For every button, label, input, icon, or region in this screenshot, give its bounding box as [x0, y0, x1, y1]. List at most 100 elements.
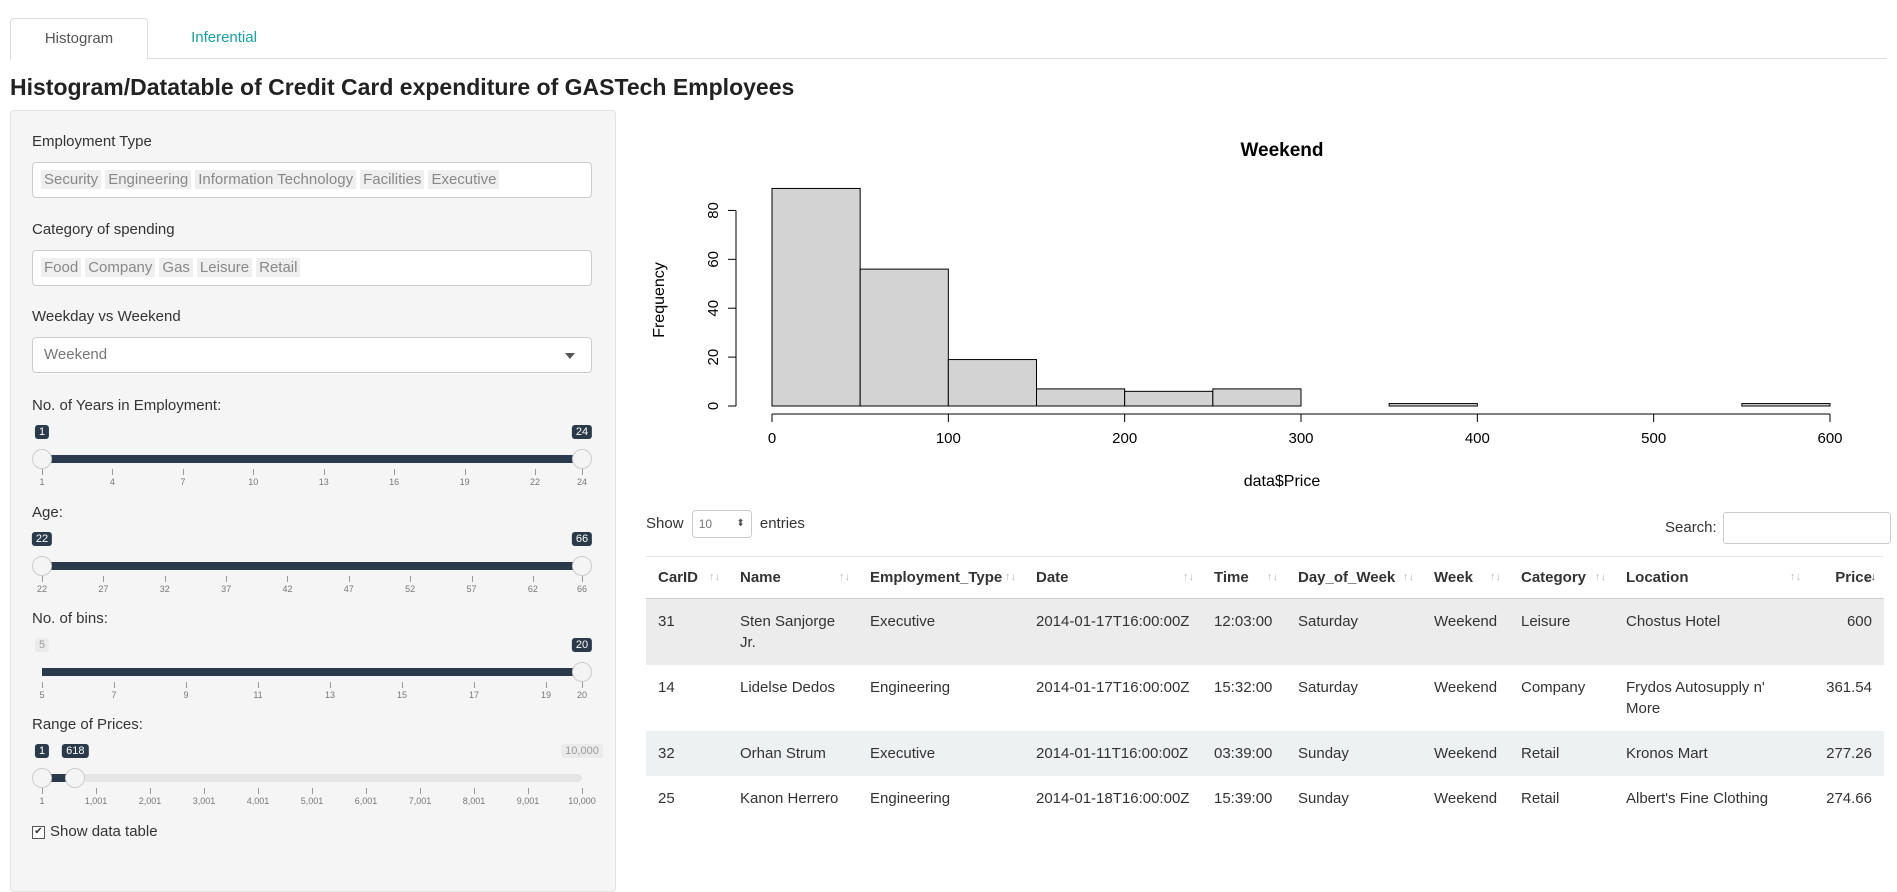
chip[interactable]: Engineering [105, 170, 192, 189]
chip[interactable]: Leisure [196, 258, 253, 277]
slider-tick-label: 5,001 [300, 796, 324, 806]
show-table-checkbox[interactable]: ✔ Show data table [32, 823, 158, 840]
table-cell: Leisure [1509, 598, 1614, 665]
slider-handle-to[interactable] [572, 449, 592, 469]
slider-tick [323, 469, 325, 475]
slider-tick-label: 7,001 [408, 796, 432, 806]
table-row[interactable]: 32 Orhan Strum Executive 2014-01-11T16:00:0… [646, 731, 1884, 776]
years-slider[interactable]: 1 24 1 4 7 10 13 16 19 22 24 [32, 425, 593, 495]
slider-tick [114, 682, 115, 688]
data-table: CarID ↑↓ Name ↑↓ Employment_Type ↑↓ Date ↑↓ Time… [646, 556, 1884, 821]
table-cell: 12:03:00 [1202, 598, 1286, 665]
sort-icon[interactable]: ↑↓ [1790, 571, 1801, 583]
table-row[interactable]: 31 Sten Sanjorge Jr. Executive 2014-01-17T1… [646, 598, 1884, 665]
search-label: Search: [1665, 518, 1717, 536]
chip[interactable]: Company [85, 258, 156, 277]
column-header[interactable]: Week ↑↓ [1422, 556, 1509, 599]
column-header[interactable]: Location ↑↓ [1614, 556, 1809, 599]
slider-tick [410, 576, 412, 582]
table-cell: Albert's Fine Clothing [1614, 776, 1809, 821]
column-header[interactable]: Category ↑↓ [1509, 556, 1614, 599]
sort-icon[interactable]: ↑↓ [1267, 571, 1278, 583]
slider-tick [164, 576, 166, 582]
length-control: Show 10 ⬍ entries [646, 510, 805, 538]
tab-inferential[interactable]: Inferential [156, 18, 292, 58]
caret-down-icon [565, 353, 575, 359]
bins-slider[interactable]: 5 20 5 7 9 11 13 15 17 19 20 [32, 638, 593, 708]
column-header[interactable]: CarID ↑↓ [646, 556, 728, 599]
chip[interactable]: Food [41, 258, 82, 277]
checkbox-icon[interactable]: ✔ [32, 825, 45, 839]
sort-icon[interactable]: ↑↓ [839, 571, 850, 583]
chip[interactable]: Retail [256, 258, 301, 277]
chip[interactable]: Gas [159, 258, 193, 277]
slider-track[interactable] [42, 774, 582, 782]
slider-tick-label: 17 [468, 690, 480, 700]
slider-tick [402, 682, 403, 688]
slider-tick [582, 788, 583, 794]
chart-title: Weekend [1240, 140, 1323, 161]
table-row[interactable]: 14 Lidelse Dedos Engineering 2014-01-17T16:… [646, 665, 1884, 731]
sort-icon[interactable]: ↑↓ [1183, 571, 1194, 583]
table-cell: Lidelse Dedos [728, 665, 858, 731]
slider-tick-label: 27 [98, 584, 109, 594]
slider-handle-to[interactable] [572, 556, 592, 576]
slider-tick-label: 19 [459, 477, 470, 487]
slider-tick-label: 2,001 [138, 796, 162, 806]
column-header[interactable]: Name ↑↓ [728, 556, 858, 599]
table-cell: Weekend [1422, 598, 1509, 665]
y-tick-label: 0 [705, 402, 722, 410]
sort-icon[interactable]: ↑↓ [1005, 571, 1016, 583]
column-header[interactable]: Day_of_Week ↑↓ [1286, 556, 1422, 599]
slider-tick-label: 5 [39, 690, 45, 700]
column-header[interactable]: Price ↑↓ [1809, 556, 1884, 599]
histogram-bar [1124, 390, 1214, 407]
slider-tick-label: 42 [282, 584, 293, 594]
slider-tick [330, 682, 331, 688]
selected-value: Weekend [44, 346, 108, 363]
age-label: Age: [32, 504, 63, 521]
column-header[interactable]: Date ↑↓ [1024, 556, 1202, 599]
column-header-label: Category [1521, 569, 1587, 586]
chip[interactable]: Information Technology [195, 170, 357, 189]
histogram-bar [1036, 388, 1126, 407]
table-cell: 31 [646, 598, 728, 665]
table-row[interactable]: 25 Kanon Herrero Engineering 2014-01-18T16:… [646, 776, 1884, 821]
slider-handle-from[interactable] [32, 556, 52, 576]
category-select[interactable]: Food Company Gas Leisure Retail [32, 250, 592, 286]
slider-tick [42, 576, 43, 582]
slider-tick [150, 788, 151, 794]
slider-ticks: 5 7 9 11 13 15 17 19 20 [39, 682, 587, 702]
table-cell: Weekend [1422, 665, 1509, 731]
tab-histogram[interactable]: Histogram [10, 18, 148, 60]
sort-icon[interactable]: ↑↓ [1403, 571, 1414, 583]
sort-icon[interactable]: ↑↓ [709, 571, 720, 583]
slider-value: 20 [571, 638, 593, 652]
column-header[interactable]: Employment_Type ↑↓ [858, 556, 1024, 599]
chip[interactable]: Security [41, 170, 102, 189]
slider-tick [471, 576, 473, 582]
age-slider[interactable]: 22 66 22 27 32 37 42 47 52 57 62 66 [31, 532, 593, 602]
chip[interactable]: Facilities [360, 170, 425, 189]
sort-icon[interactable]: ↑↓ [1595, 571, 1606, 583]
chip[interactable]: Executive [428, 170, 500, 189]
column-header-label: Date [1036, 569, 1069, 586]
column-header-label: CarID [658, 569, 699, 586]
table-cell: Saturday [1286, 665, 1422, 731]
employment-type-select[interactable]: Security Engineering Information Technolog… [32, 162, 592, 198]
sort-icon[interactable]: ↑↓ [1490, 571, 1501, 583]
slider-handle-from[interactable] [32, 768, 52, 788]
slider-handle-from[interactable] [32, 449, 52, 469]
slider-from-value: 1 [34, 744, 50, 758]
slider-handle-to[interactable] [65, 768, 86, 788]
price-range-slider[interactable]: 1 618 10,000 1 1,001 2,001 3,001 4,001 5,001 6,00… [32, 744, 603, 814]
page-length-select[interactable]: 10 ⬍ [691, 510, 752, 538]
column-header[interactable]: Time ↑↓ [1202, 556, 1286, 599]
weekday-weekend-select[interactable]: Weekend [32, 337, 592, 373]
slider-tick [42, 788, 43, 794]
table-cell: Chostus Hotel [1614, 598, 1809, 665]
sort-icon[interactable]: ↑↓ [1865, 571, 1876, 583]
search-input[interactable] [1722, 512, 1891, 544]
slider-handle[interactable] [572, 662, 592, 682]
column-header-label: Day_of_Week [1298, 569, 1396, 586]
